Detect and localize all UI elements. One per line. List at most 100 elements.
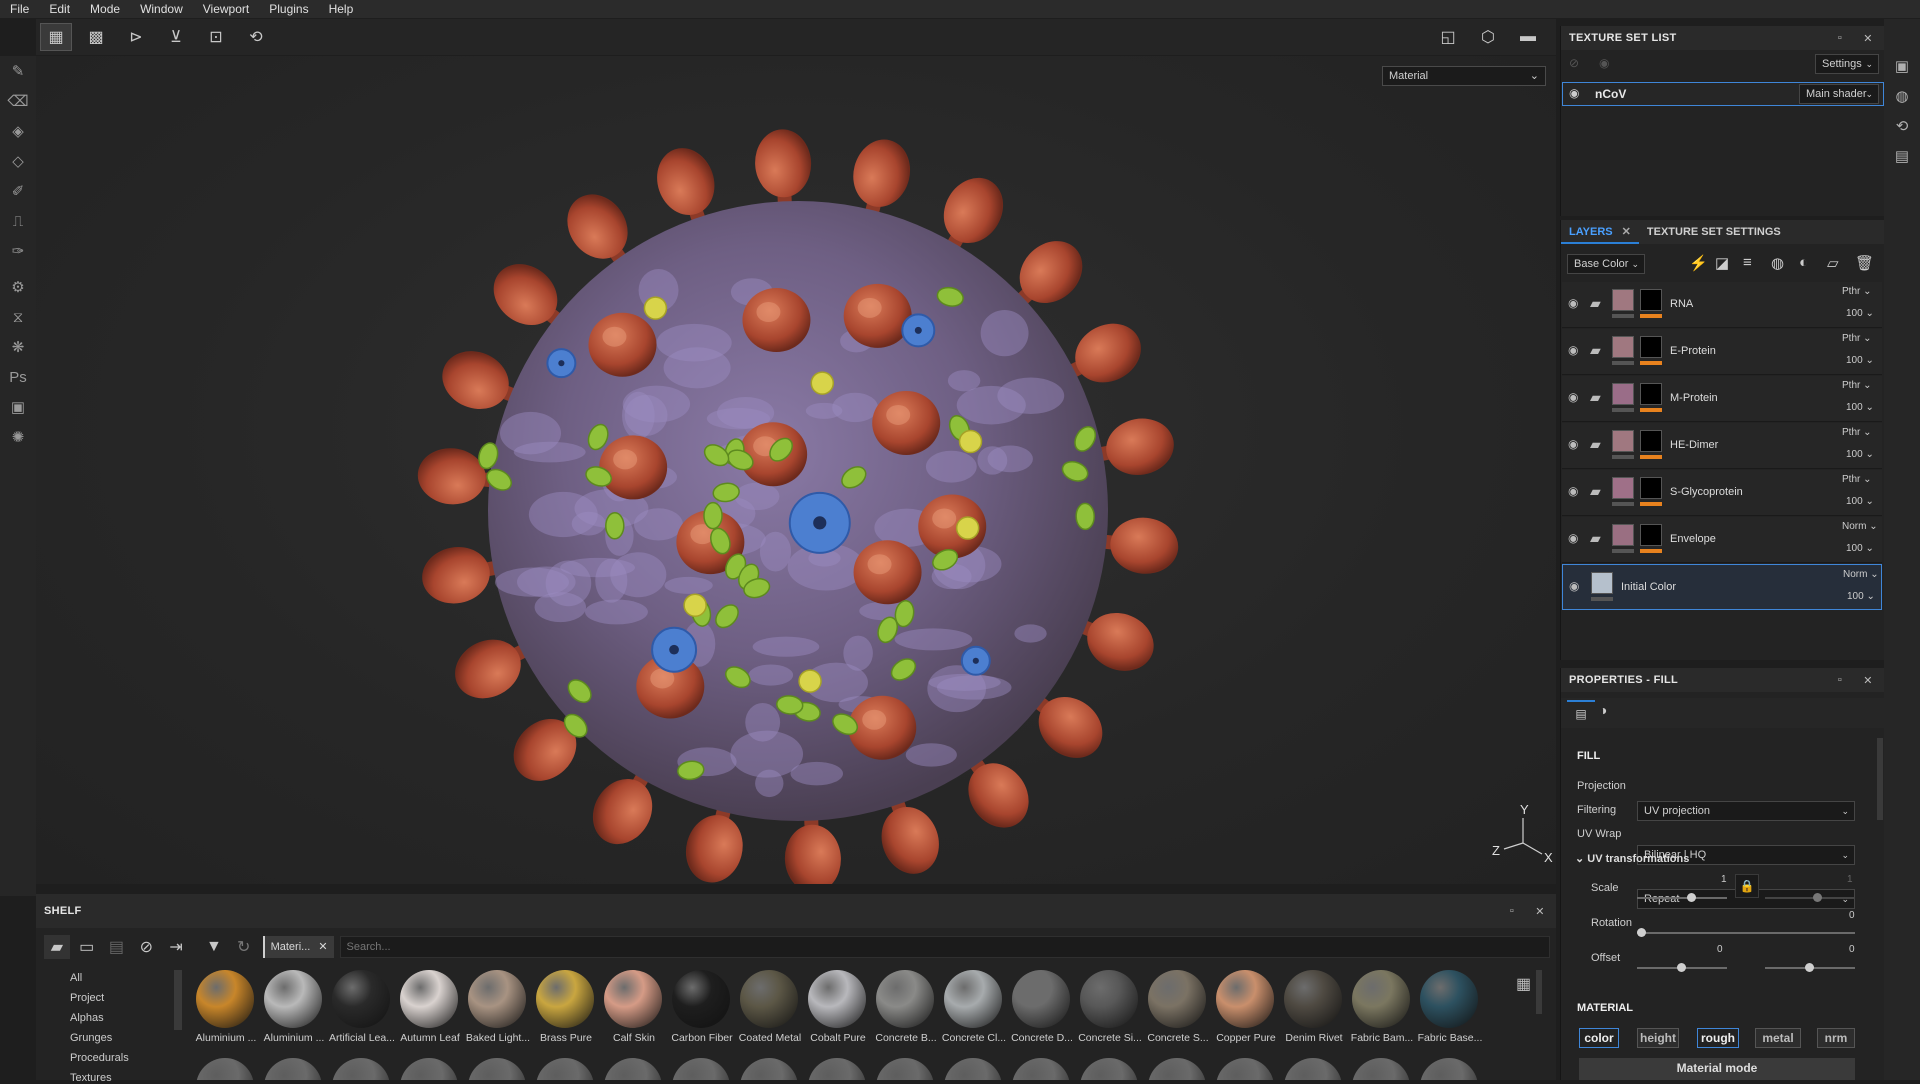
import-icon[interactable]: ⇥: [163, 935, 189, 959]
add-layer-icon[interactable]: ≡: [1743, 254, 1752, 271]
material-thumbnail[interactable]: [876, 1058, 934, 1080]
rotation-slider-knob[interactable]: [1637, 928, 1646, 937]
layer-row[interactable]: ◉ ▰ E-Protein Pthr ⌄ 100 ⌄: [1562, 329, 1882, 375]
3d-viewport[interactable]: Material ⌄ Y Z X: [36, 56, 1556, 884]
mirror-x-icon[interactable]: ⊳: [120, 23, 152, 51]
close-icon[interactable]: ✕: [1860, 32, 1876, 45]
material-thumbnail[interactable]: [264, 1058, 322, 1080]
smudge-icon[interactable]: ✐: [0, 176, 36, 206]
material-thumbnail[interactable]: [740, 1058, 798, 1080]
channel-nrm-toggle[interactable]: nrm: [1817, 1028, 1855, 1048]
lock-icon[interactable]: 🔒: [1735, 874, 1759, 898]
bake-icon[interactable]: ⧖: [0, 302, 36, 332]
material-icon[interactable]: ◑: [1599, 702, 1607, 718]
polygon-fill-icon[interactable]: ◇: [0, 146, 36, 176]
save-icon[interactable]: ▤: [104, 935, 130, 959]
hide-icon[interactable]: ⊘: [133, 935, 159, 959]
material-thumbnail[interactable]: [1420, 970, 1478, 1028]
add-mask-icon[interactable]: ◐: [1799, 254, 1808, 271]
eye-icon[interactable]: ◉: [1568, 296, 1578, 310]
eye-icon[interactable]: ◉: [1568, 484, 1578, 498]
folder-icon[interactable]: ▰: [44, 935, 70, 959]
shelf-category-scrollbar[interactable]: [174, 970, 182, 1030]
material-thumbnail[interactable]: [1284, 970, 1342, 1028]
layer-row[interactable]: ◉ ▰ M-Protein Pthr ⌄ 100 ⌄: [1562, 376, 1882, 422]
tab-layers[interactable]: LAYERS ✕: [1561, 220, 1639, 244]
eye-icon[interactable]: ◉: [1568, 531, 1578, 545]
material-thumbnail[interactable]: [264, 970, 322, 1028]
material-thumbnail[interactable]: [1012, 970, 1070, 1028]
material-thumbnail[interactable]: [604, 970, 662, 1028]
projection-icon[interactable]: ◈: [0, 116, 36, 146]
maximize-icon[interactable]: ▫: [1832, 32, 1848, 44]
eye-icon[interactable]: ◉: [1568, 343, 1578, 357]
menu-viewport[interactable]: Viewport: [193, 0, 259, 18]
maximize-icon[interactable]: ▫: [1504, 905, 1520, 917]
eye-icon[interactable]: ◉: [1569, 579, 1579, 593]
close-icon[interactable]: ✕: [1860, 674, 1876, 687]
channel-dropdown[interactable]: Base Color ⌄: [1567, 254, 1645, 274]
settings-gear-icon[interactable]: ⚙: [0, 272, 36, 302]
opacity-dropdown[interactable]: 100 ⌄: [1847, 591, 1875, 602]
shader-settings-icon[interactable]: ◍: [1884, 81, 1920, 111]
layer-row[interactable]: ◉ ▰ Envelope Norm ⌄ 100 ⌄: [1562, 517, 1882, 563]
rotation-slider-track[interactable]: [1637, 932, 1855, 934]
tab-texture-set-settings[interactable]: TEXTURE SET SETTINGS: [1639, 220, 1789, 244]
shader-dropdown[interactable]: Main shader ⌄: [1799, 84, 1879, 104]
layer-row[interactable]: ◉ ▰ S-Glycoprotein Pthr ⌄ 100 ⌄: [1562, 470, 1882, 516]
material-thumbnail[interactable]: [808, 1058, 866, 1080]
color-picker-icon[interactable]: ✑: [0, 236, 36, 266]
blend-mode-dropdown[interactable]: Norm ⌄: [1842, 521, 1878, 532]
opacity-dropdown[interactable]: 100 ⌄: [1846, 402, 1874, 413]
material-thumbnail[interactable]: [536, 1058, 594, 1080]
material-thumbnail[interactable]: [1420, 1058, 1478, 1080]
menu-plugins[interactable]: Plugins: [259, 0, 318, 18]
material-thumbnail[interactable]: [876, 970, 934, 1028]
camera-icon[interactable]: ▬: [1512, 23, 1544, 51]
scale-v-slider-knob[interactable]: [1813, 893, 1822, 902]
blend-mode-dropdown[interactable]: Pthr ⌄: [1842, 333, 1872, 344]
layer-row[interactable]: ◉ ▰ HE-Dimer Pthr ⌄ 100 ⌄: [1562, 423, 1882, 469]
scale-slider-knob[interactable]: [1687, 893, 1696, 902]
material-thumbnail[interactable]: [808, 970, 866, 1028]
material-thumbnail[interactable]: [1080, 970, 1138, 1028]
history-icon[interactable]: ⟲: [1884, 111, 1920, 141]
menu-edit[interactable]: Edit: [39, 0, 80, 18]
frame-icon[interactable]: ⊡: [200, 23, 232, 51]
shelf-search-input[interactable]: [339, 936, 1551, 958]
layer-row[interactable]: ◉ ▰ RNA Pthr ⌄ 100 ⌄: [1562, 282, 1882, 328]
material-thumbnail[interactable]: [740, 970, 798, 1028]
channel-metal-toggle[interactable]: metal: [1755, 1028, 1801, 1048]
close-icon[interactable]: ✕: [1622, 226, 1631, 238]
material-thumbnail[interactable]: [196, 970, 254, 1028]
menu-help[interactable]: Help: [319, 0, 364, 18]
shelf-category-item[interactable]: Procedurals: [70, 1052, 129, 1064]
shelf-category-item[interactable]: All: [70, 972, 82, 984]
material-thumbnail[interactable]: [1352, 970, 1410, 1028]
hide-all-icon[interactable]: ⊘: [1569, 56, 1579, 70]
mirror-y-icon[interactable]: ⊻: [160, 23, 192, 51]
close-icon[interactable]: ✕: [1532, 905, 1548, 918]
log-icon[interactable]: ▤: [1884, 141, 1920, 171]
photoshop-export-icon[interactable]: Ps: [0, 362, 36, 392]
eraser-icon[interactable]: ⌫: [0, 86, 36, 116]
material-thumbnail[interactable]: [944, 1058, 1002, 1080]
channel-height-toggle[interactable]: height: [1637, 1028, 1679, 1048]
material-thumbnail[interactable]: [1148, 970, 1206, 1028]
blend-mode-dropdown[interactable]: Pthr ⌄: [1842, 286, 1872, 297]
iray-icon[interactable]: ❋: [0, 332, 36, 362]
eye-icon[interactable]: ◉: [1568, 390, 1578, 404]
filter-tag[interactable]: Materi... ✕: [262, 936, 334, 958]
delete-icon[interactable]: 🗑: [1855, 254, 1874, 272]
eye-icon[interactable]: ◉: [1569, 86, 1579, 100]
opacity-dropdown[interactable]: 100 ⌄: [1846, 355, 1874, 366]
channel-color-toggle[interactable]: color: [1579, 1028, 1619, 1048]
add-folder-icon[interactable]: ▱: [1827, 254, 1839, 272]
blend-mode-dropdown[interactable]: Norm ⌄: [1843, 569, 1879, 580]
eye-icon[interactable]: ◉: [1568, 437, 1578, 451]
filter-icon[interactable]: ▼: [201, 935, 227, 959]
material-thumbnail[interactable]: [1352, 1058, 1410, 1080]
grid-options-icon[interactable]: ▩: [80, 23, 112, 51]
opacity-dropdown[interactable]: 100 ⌄: [1846, 543, 1874, 554]
settings-dropdown[interactable]: Settings ⌄: [1815, 54, 1879, 74]
